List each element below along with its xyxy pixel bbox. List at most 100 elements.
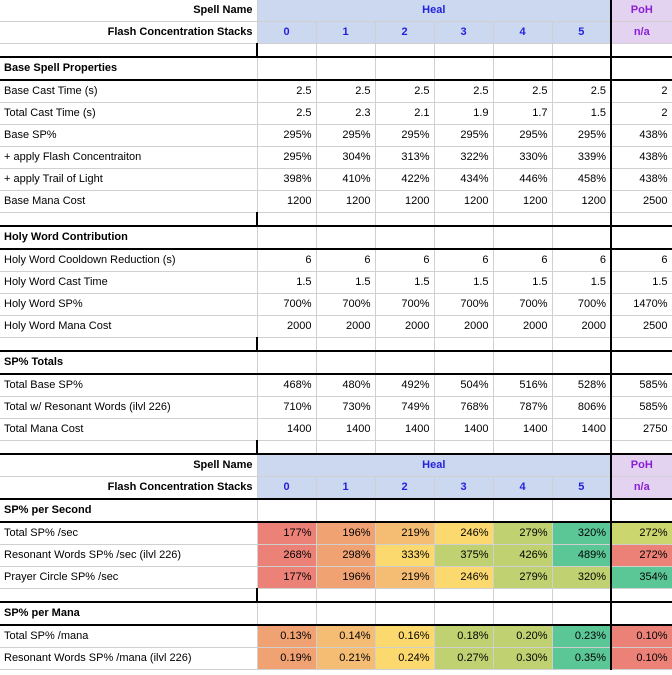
section-title-filler (434, 56, 494, 81)
section-title-filler (552, 498, 612, 523)
spacer-cell (434, 588, 494, 603)
stack-header-2: 2 (375, 21, 435, 44)
row-value: 528% (552, 373, 612, 397)
table-row: Prayer Circle SP% /sec 177% 196% 219% 24… (0, 566, 672, 589)
row-value: 700% (316, 293, 376, 316)
row-value-poh: 438% (610, 168, 672, 191)
spacer-cell (316, 337, 376, 352)
row-value: 196% (316, 566, 376, 589)
row-value-poh: 2 (610, 79, 672, 103)
row-value: 298% (316, 544, 376, 567)
row-value: 295% (257, 124, 317, 147)
row-value: 0.16% (375, 624, 435, 648)
row-value: 196% (316, 521, 376, 545)
row-label: Total Mana Cost (0, 418, 258, 441)
section-title-filler (493, 498, 553, 523)
spacer-cell (493, 43, 553, 58)
row-value: 446% (493, 168, 553, 191)
spacer-cell (375, 212, 435, 227)
spell-heal-header: Heal (257, 0, 612, 22)
section-title-filler (257, 56, 317, 81)
spacer-cell (257, 440, 317, 455)
row-value: 730% (316, 396, 376, 419)
spell-poh-header: PoH (610, 0, 672, 22)
stack-header-poh: n/a (610, 21, 672, 44)
row-value: 0.13% (257, 624, 317, 648)
stack-header-0: 0 (257, 21, 317, 44)
row-value-poh: 585% (610, 396, 672, 419)
spacer-cell (552, 440, 612, 455)
row-value: 295% (375, 124, 435, 147)
row-value: 1200 (257, 190, 317, 213)
row-label: Base SP% (0, 124, 258, 147)
row-value: 2.1 (375, 102, 435, 125)
row-value: 1.5 (552, 271, 612, 294)
spacer-cell (552, 212, 612, 227)
row-value: 2000 (257, 315, 317, 338)
section-title-filler (493, 350, 553, 375)
section-title-filler (493, 56, 553, 81)
row-label: Total SP% /mana (0, 624, 258, 648)
row-value-poh: 2 (610, 102, 672, 125)
spell-heal-header-2: Heal (257, 453, 612, 477)
section-title-filler (493, 601, 553, 626)
section-title-filler (316, 56, 376, 81)
row-value: 1.5 (434, 271, 494, 294)
row-value: 2.5 (257, 79, 317, 103)
row-value: 516% (493, 373, 553, 397)
row-label: Holy Word Cooldown Reduction (s) (0, 248, 258, 272)
spacer-cell (493, 337, 553, 352)
spacer-cell (375, 337, 435, 352)
section-title-base-spell-properties: Base Spell Properties (0, 56, 258, 81)
spacer-row (0, 588, 672, 603)
section-title-row: SP% Totals (0, 350, 672, 375)
row-value: 320% (552, 521, 612, 545)
row-value: 0.24% (375, 647, 435, 670)
row-value: 1400 (552, 418, 612, 441)
header-row-spell-name: Spell Name Heal PoH (0, 0, 672, 22)
row-value: 700% (552, 293, 612, 316)
row-label: + apply Flash Concentraiton (0, 146, 258, 169)
row-value: 2000 (316, 315, 376, 338)
spacer-cell (434, 440, 494, 455)
spacer-cell (316, 212, 376, 227)
row-value-poh: 438% (610, 146, 672, 169)
row-value: 434% (434, 168, 494, 191)
spacer-cell (610, 212, 672, 227)
spacer-cell (434, 337, 494, 352)
row-value: 1.5 (493, 271, 553, 294)
section-title-filler (434, 350, 494, 375)
row-value-poh: 354% (610, 566, 672, 589)
row-value: 2000 (375, 315, 435, 338)
table-row: Base SP% 295% 295% 295% 295% 295% 295% 4… (0, 124, 672, 147)
section-title-filler (257, 225, 317, 250)
row-value: 2000 (493, 315, 553, 338)
row-value: 304% (316, 146, 376, 169)
row-value: 1400 (257, 418, 317, 441)
row-value: 6 (375, 248, 435, 272)
row-label: Total SP% /sec (0, 521, 258, 545)
section-title-filler (552, 601, 612, 626)
row-value: 1.5 (552, 102, 612, 125)
row-value: 480% (316, 373, 376, 397)
flash-concentration-stacks-label-2: Flash Concentration Stacks (0, 476, 258, 500)
row-value: 426% (493, 544, 553, 567)
section-title-filler (434, 498, 494, 523)
row-value: 6 (434, 248, 494, 272)
row-value-poh: 6 (610, 248, 672, 272)
row-value: 700% (375, 293, 435, 316)
row-value-poh: 1470% (610, 293, 672, 316)
row-value: 2000 (552, 315, 612, 338)
stack-header-5: 5 (552, 21, 612, 44)
row-value: 1400 (493, 418, 553, 441)
spacer-cell (0, 588, 258, 603)
spacer-row (0, 337, 672, 352)
row-value: 1.5 (257, 271, 317, 294)
stack-header-3: 3 (434, 21, 494, 44)
spacer-cell (257, 43, 317, 58)
row-value: 0.14% (316, 624, 376, 648)
section-title-filler (375, 498, 435, 523)
section-title-filler (434, 601, 494, 626)
section-title-filler (316, 498, 376, 523)
row-value-poh: 2750 (610, 418, 672, 441)
